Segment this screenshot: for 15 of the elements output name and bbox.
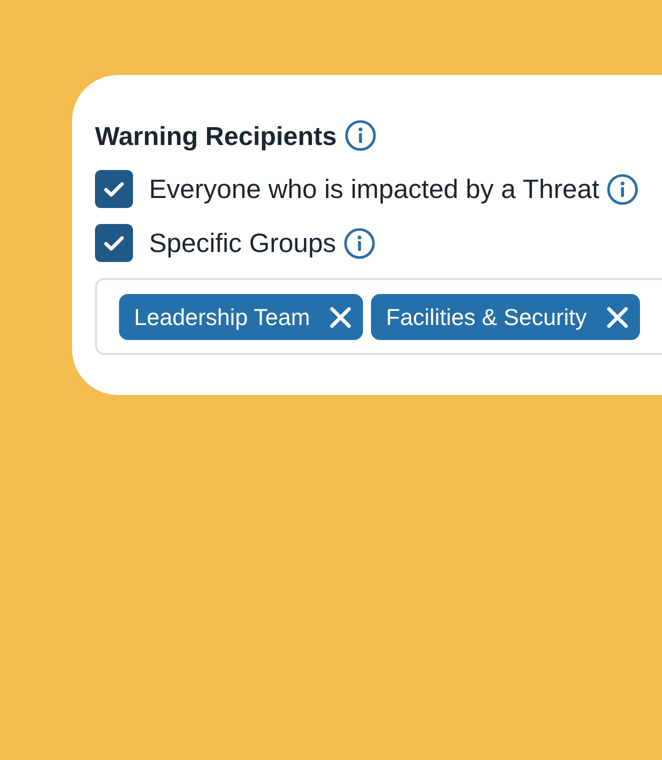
check-icon <box>104 182 124 196</box>
checkbox[interactable] <box>95 224 133 262</box>
tag-label: Facilities & Security <box>386 304 587 330</box>
group-select-field[interactable]: Leadership Team Facilities & Security <box>95 278 662 355</box>
checkbox-label[interactable]: Specific Groups <box>149 228 336 258</box>
info-icon[interactable] <box>344 228 376 258</box>
close-icon[interactable] <box>330 306 352 328</box>
tag-label: Leadership Team <box>134 304 310 330</box>
checkbox-label[interactable]: Everyone who is impacted by a Threat <box>149 174 600 204</box>
checkbox[interactable] <box>95 170 133 208</box>
close-icon[interactable] <box>606 306 628 328</box>
info-icon[interactable] <box>344 120 376 151</box>
info-icon[interactable] <box>607 174 638 204</box>
section-title: Warning Recipients <box>95 120 337 150</box>
check-icon <box>104 236 124 250</box>
